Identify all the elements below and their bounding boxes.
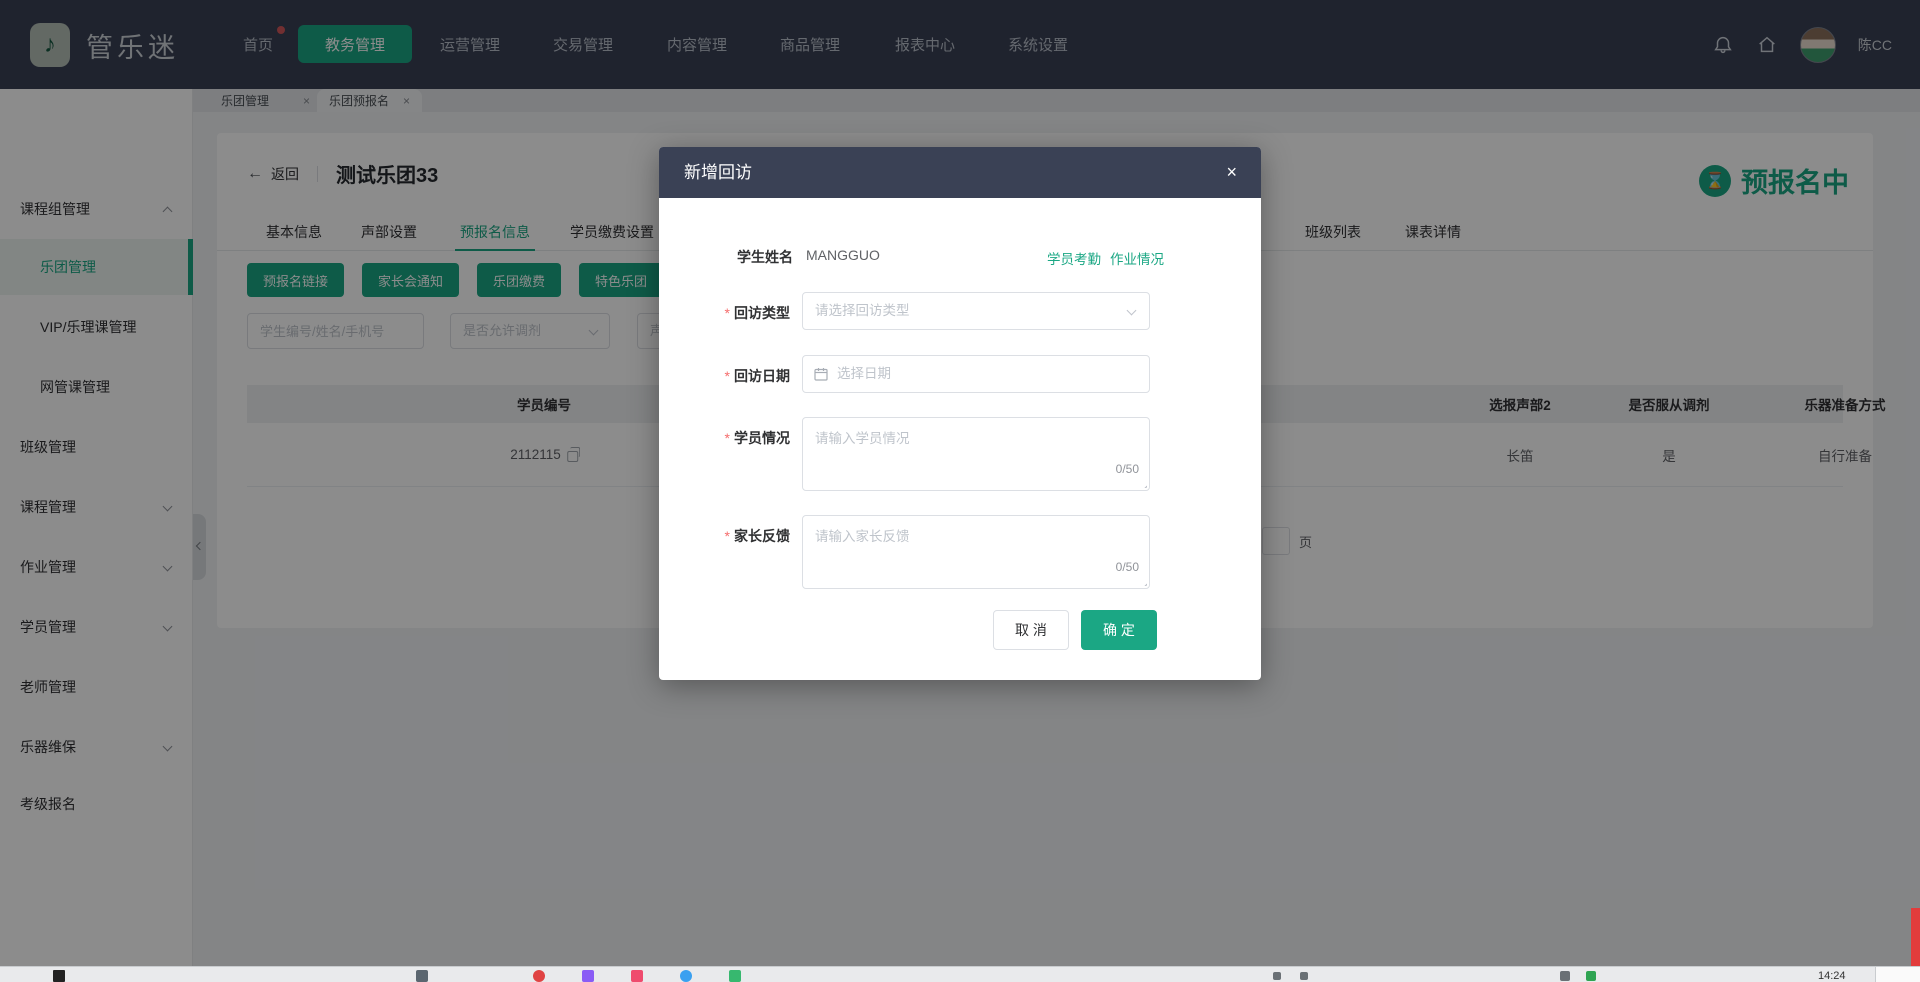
taskbar-app-icon[interactable]	[416, 970, 428, 982]
modal-header: 新增回访 ×	[659, 147, 1261, 198]
taskbar-app-icon[interactable]	[680, 970, 692, 982]
followup-date-label: *回访日期	[672, 366, 790, 386]
modal-title: 新增回访	[684, 147, 752, 198]
required-mark: *	[725, 305, 730, 321]
tray-icon[interactable]	[1300, 972, 1308, 980]
followup-type-select[interactable]: 请选择回访类型	[802, 292, 1150, 330]
attendance-link[interactable]: 学员考勤	[1047, 248, 1101, 268]
scrollbar-thumb[interactable]	[1911, 908, 1920, 966]
required-mark: *	[725, 430, 730, 446]
parent-feedback-label: *家长反馈	[672, 526, 790, 546]
screen: ♪ 管乐迷 首页 教务管理 运营管理 交易管理 内容管理 商品管理 报表中心 系…	[0, 0, 1920, 982]
char-counter: 0/50	[1116, 560, 1139, 574]
followup-date-picker[interactable]: 选择日期	[802, 355, 1150, 393]
add-followup-modal: 新增回访 × 学生姓名 MANGGUO 学员考勤 作业情况 *回访类型 请选择回…	[659, 147, 1261, 680]
resize-grip-icon[interactable]	[1136, 477, 1147, 488]
resize-grip-icon[interactable]	[1136, 575, 1147, 586]
student-situation-label: *学员情况	[672, 428, 790, 448]
student-situation-textarea[interactable]	[803, 418, 1149, 490]
taskbar-app-icon[interactable]	[533, 970, 545, 982]
required-mark: *	[725, 368, 730, 384]
cancel-button[interactable]: 取 消	[993, 610, 1069, 650]
taskbar-clock: 14:24	[1818, 970, 1846, 982]
student-name-value: MANGGUO	[806, 247, 880, 263]
student-situation-field: 0/50	[802, 417, 1150, 491]
close-icon[interactable]: ×	[1226, 161, 1237, 183]
char-counter: 0/50	[1116, 462, 1139, 476]
show-desktop-button[interactable]	[1875, 967, 1920, 982]
confirm-button[interactable]: 确 定	[1081, 610, 1157, 650]
windows-taskbar: 14:24	[0, 966, 1920, 982]
student-name-label: 学生姓名	[673, 247, 793, 267]
calendar-icon	[814, 367, 828, 381]
required-mark: *	[725, 528, 730, 544]
taskbar-app-icon[interactable]	[582, 970, 594, 982]
tray-icon[interactable]	[1586, 971, 1596, 981]
parent-feedback-textarea[interactable]	[803, 516, 1149, 588]
tray-icon[interactable]	[1560, 971, 1570, 981]
taskbar-app-icon[interactable]	[729, 970, 741, 982]
tray-icon[interactable]	[1273, 972, 1281, 980]
homework-link[interactable]: 作业情况	[1110, 248, 1164, 268]
parent-feedback-field: 0/50	[802, 515, 1150, 589]
followup-type-label: *回访类型	[672, 303, 790, 323]
taskbar-app-icon[interactable]	[631, 970, 643, 982]
start-button-icon[interactable]	[53, 970, 65, 982]
chevron-down-icon	[1127, 306, 1137, 316]
